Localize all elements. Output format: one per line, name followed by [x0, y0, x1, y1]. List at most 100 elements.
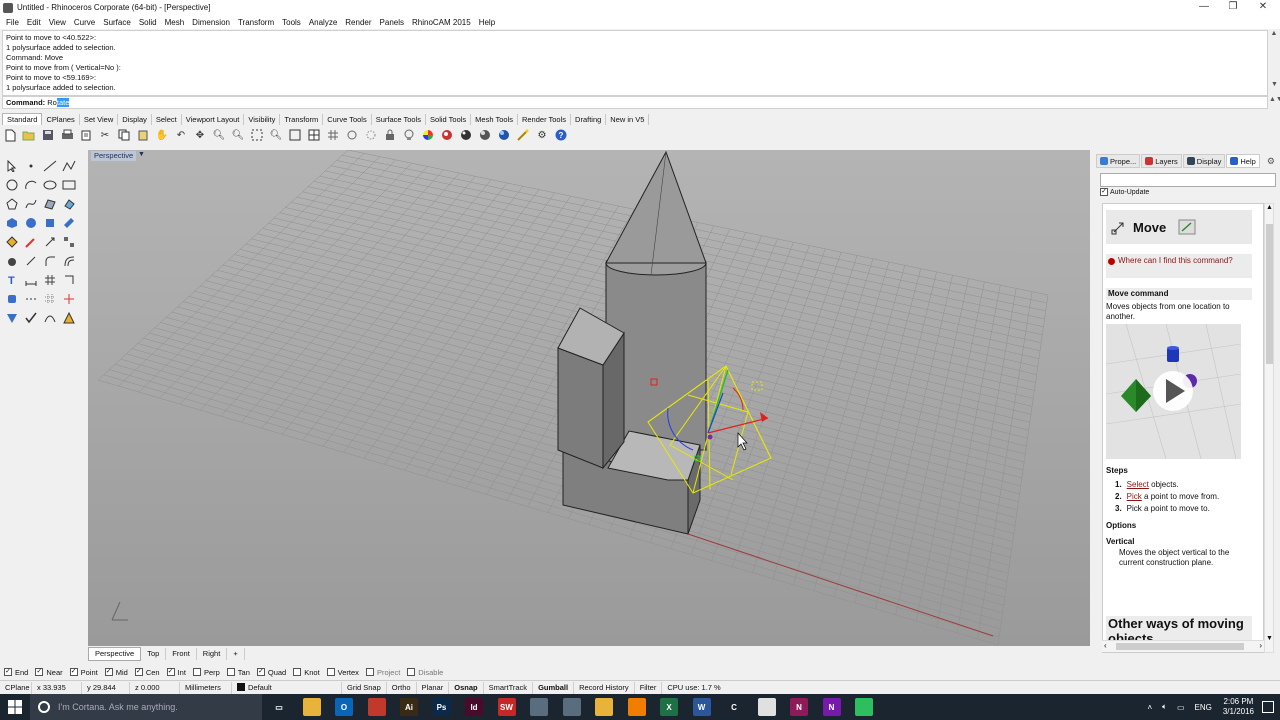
scroll-up-icon[interactable]: ▲: [1269, 30, 1279, 37]
command-line-spinner[interactable]: ▲▼: [1269, 96, 1280, 109]
surface-edge-icon[interactable]: [41, 194, 60, 213]
boolean-icon[interactable]: [22, 251, 41, 270]
pick-link[interactable]: Pick: [1127, 492, 1142, 501]
tab-layers[interactable]: Layers: [1141, 154, 1182, 168]
select-points-icon[interactable]: [344, 128, 360, 142]
arc-icon[interactable]: [22, 175, 41, 194]
tab-transform[interactable]: Transform: [280, 113, 324, 125]
extrude-icon[interactable]: [59, 213, 78, 232]
osnap-disable[interactable]: Disable: [407, 668, 443, 677]
dashed-line-icon[interactable]: [22, 289, 41, 308]
render-sphere-icon[interactable]: [477, 128, 493, 142]
status-smarttrack[interactable]: SmartTrack: [484, 681, 534, 694]
menu-dimension[interactable]: Dimension: [192, 18, 230, 27]
command-autocomplete[interactable]: tate: [56, 98, 70, 107]
settings-wand-icon[interactable]: [515, 128, 531, 142]
lock-icon[interactable]: [382, 128, 398, 142]
panel-options-gear-icon[interactable]: ⚙: [1267, 156, 1275, 167]
gear-options-icon[interactable]: ⚙: [534, 128, 550, 142]
help-content[interactable]: Move Where can I find this command? Move…: [1102, 203, 1264, 653]
tab-help[interactable]: Help: [1226, 154, 1260, 168]
status-gumball[interactable]: Gumball: [533, 681, 575, 694]
viewport-4-icon[interactable]: [306, 128, 322, 142]
taskbar-app-rhino[interactable]: [562, 698, 581, 716]
osnap-near[interactable]: ✓ Near: [35, 668, 63, 677]
taskbar-app-word[interactable]: W: [692, 698, 711, 716]
command-line[interactable]: Command: Rotate: [2, 96, 1268, 109]
menu-analyze[interactable]: Analyze: [309, 18, 337, 27]
help-video-thumbnail[interactable]: [1106, 324, 1241, 459]
rotate-view-icon[interactable]: ✥: [192, 128, 208, 142]
status-osnap[interactable]: Osnap: [449, 681, 484, 694]
taskbar-app-evernote[interactable]: [855, 698, 873, 716]
scroll-up-icon[interactable]: ▲: [1266, 204, 1273, 211]
status-filter[interactable]: Filter: [635, 681, 663, 694]
osnap-project[interactable]: Project: [365, 668, 400, 677]
command-history[interactable]: Point to move to <40.522>: 1 polysurface…: [2, 30, 1268, 96]
status-units[interactable]: Millimeters: [180, 681, 232, 694]
keyboard-language[interactable]: ENG: [1195, 703, 1212, 712]
osnap-checkbox[interactable]: ✓: [4, 668, 12, 676]
paste-icon[interactable]: [135, 128, 151, 142]
cylinder-solid-icon[interactable]: [3, 289, 22, 308]
osnap-checkbox[interactable]: ✓: [35, 668, 44, 676]
clock[interactable]: 2:06 PM 3/1/2016: [1223, 697, 1254, 717]
taskbar-app-chrome[interactable]: [757, 698, 776, 716]
viewport-menu-chevron-icon[interactable]: ▼: [138, 151, 145, 158]
taskbar-app-pen-tool[interactable]: [887, 698, 906, 716]
tab-set-view[interactable]: Set View: [80, 113, 119, 125]
rectangle-icon[interactable]: [59, 175, 78, 194]
osnap-checkbox[interactable]: [293, 668, 302, 676]
scroll-left-icon[interactable]: ‹: [1104, 641, 1107, 650]
osnap-int[interactable]: ✓ Int: [166, 668, 186, 677]
transform-icon[interactable]: [41, 232, 60, 251]
undo-icon[interactable]: ↶: [173, 128, 189, 142]
menu-edit[interactable]: Edit: [27, 18, 41, 27]
cortana-search-box[interactable]: I'm Cortana. Ask me anything.: [30, 694, 262, 720]
cylinder-icon[interactable]: [41, 213, 60, 232]
restore-button[interactable]: ❐: [1219, 0, 1247, 15]
osnap-checkbox[interactable]: [407, 668, 416, 676]
tab-display-panel[interactable]: Display: [1182, 154, 1226, 168]
osnap-mid[interactable]: ✓ Mid: [104, 668, 128, 677]
mesh-icon[interactable]: [3, 232, 22, 251]
osnap-checkbox[interactable]: [226, 668, 235, 676]
taskbar-app-cortana-c[interactable]: C: [725, 698, 743, 716]
help-search-input[interactable]: [1100, 173, 1276, 187]
menu-surface[interactable]: Surface: [103, 18, 131, 27]
offset-curve-icon[interactable]: [59, 251, 78, 270]
help-scrollbar[interactable]: ▲ ▼: [1264, 203, 1274, 653]
tab-right[interactable]: Right: [197, 647, 228, 660]
taskbar-app-solidworks-ds[interactable]: [367, 698, 386, 716]
taskbar-app-task-view[interactable]: ▭: [270, 698, 288, 716]
color-wheel-icon[interactable]: [420, 128, 436, 142]
history-scrollbar[interactable]: ▲ ▼: [1269, 30, 1279, 96]
tab-top[interactable]: Top: [141, 647, 167, 660]
zoom-extents-icon[interactable]: [249, 128, 265, 142]
tab-new-in-v5[interactable]: New in V5: [606, 113, 650, 125]
tab-viewport-layout[interactable]: Viewport Layout: [182, 113, 245, 125]
osnap-checkbox[interactable]: [326, 668, 335, 676]
select-link[interactable]: Select: [1127, 480, 1149, 489]
history-icon[interactable]: [59, 270, 78, 289]
open-icon[interactable]: [21, 128, 37, 142]
minimize-button[interactable]: —: [1190, 0, 1218, 15]
check-icon[interactable]: [22, 308, 41, 327]
zoom-all-icon[interactable]: [287, 128, 303, 142]
sphere-icon[interactable]: [22, 213, 41, 232]
tab-surface-tools[interactable]: Surface Tools: [372, 113, 427, 125]
taskbar-app-chrome-like[interactable]: [530, 698, 548, 716]
tab-render-tools[interactable]: Render Tools: [518, 113, 572, 125]
viewport-canvas[interactable]: [88, 150, 1090, 646]
tab-visibility[interactable]: Visibility: [244, 113, 281, 125]
osnap-checkbox[interactable]: ✓: [69, 668, 78, 676]
taskbar-app-solidworks[interactable]: SW: [497, 698, 516, 716]
osnap-checkbox[interactable]: ✓: [256, 668, 265, 676]
notification-center-icon[interactable]: [1262, 701, 1274, 713]
grid-points-icon[interactable]: [41, 289, 60, 308]
gumball-icon[interactable]: [59, 289, 78, 308]
menu-view[interactable]: View: [49, 18, 66, 27]
auto-update-checkbox[interactable]: ✓ Auto-Update: [1100, 188, 1149, 196]
tab-solid-tools[interactable]: Solid Tools: [426, 113, 472, 125]
taskbar-app-file-explorer[interactable]: [302, 698, 321, 716]
